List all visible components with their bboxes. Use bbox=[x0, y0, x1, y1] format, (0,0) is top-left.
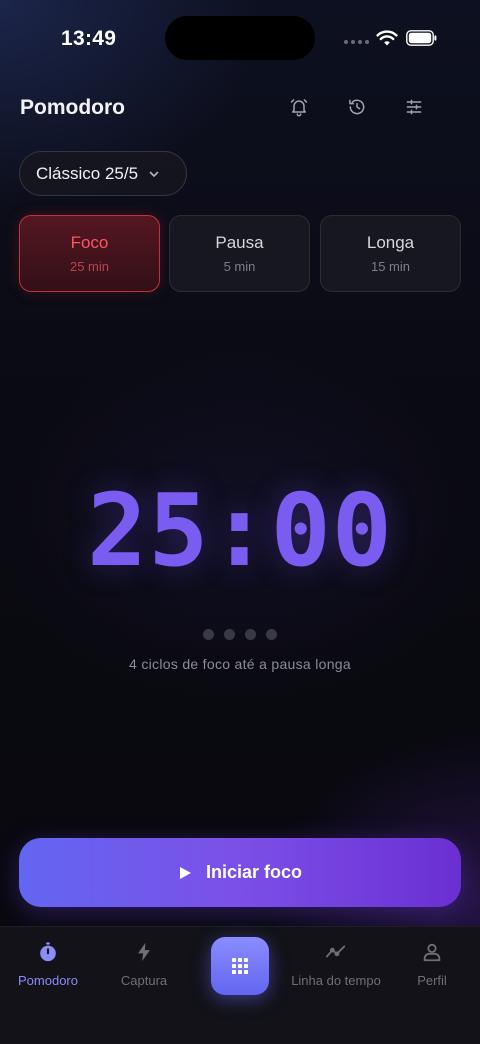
chevron-down-icon bbox=[149, 171, 159, 177]
mode-focus-card[interactable]: Foco 25 min bbox=[19, 215, 160, 292]
history-icon[interactable] bbox=[345, 95, 369, 119]
mode-duration: 25 min bbox=[69, 259, 110, 274]
preset-dropdown[interactable]: Clássico 25/5 bbox=[19, 151, 187, 196]
tab-bar: Pomodoro Captura Linha do tempo Perfil bbox=[0, 926, 480, 1044]
cycle-dot bbox=[266, 629, 277, 640]
start-focus-label: Iniciar foco bbox=[205, 862, 303, 882]
sliders-icon[interactable] bbox=[402, 95, 426, 119]
wifi-icon bbox=[376, 30, 398, 46]
mode-name: Longa bbox=[366, 233, 415, 252]
tab-captura[interactable]: Captura bbox=[118, 941, 170, 988]
battery-icon bbox=[406, 30, 437, 46]
person-icon bbox=[423, 943, 441, 962]
preset-label: Clássico 25/5 bbox=[36, 163, 139, 183]
dynamic-island bbox=[165, 16, 315, 60]
tab-perfil[interactable]: Perfil bbox=[412, 941, 452, 988]
tab-label: Linha do tempo bbox=[291, 973, 381, 988]
cycle-progress-dots bbox=[203, 629, 277, 640]
cycle-caption: 4 ciclos de foco até a pausa longa bbox=[129, 656, 351, 672]
bolt-icon bbox=[138, 942, 150, 962]
mode-duration: 15 min bbox=[370, 259, 411, 274]
cellular-signal-icon bbox=[344, 40, 369, 44]
start-focus-button[interactable]: Iniciar foco bbox=[19, 838, 461, 907]
cycle-dot bbox=[224, 629, 235, 640]
status-bar: 13:49 bbox=[0, 0, 480, 78]
mode-name: Pausa bbox=[215, 233, 264, 252]
mode-name: Foco bbox=[70, 233, 109, 252]
cycle-dot bbox=[203, 629, 214, 640]
stopwatch-icon bbox=[40, 942, 56, 962]
mode-duration: 5 min bbox=[223, 259, 256, 274]
apps-grid-button[interactable] bbox=[211, 937, 269, 995]
tab-label: Perfil bbox=[417, 973, 447, 988]
mode-break-card[interactable]: Pausa 5 min bbox=[169, 215, 310, 292]
cycle-dot bbox=[245, 629, 256, 640]
page-title: Pomodoro bbox=[20, 96, 125, 119]
status-time: 13:49 bbox=[61, 27, 117, 50]
timeline-icon bbox=[325, 945, 346, 958]
play-icon bbox=[179, 866, 191, 879]
grid-icon bbox=[232, 958, 248, 974]
mode-long-break-card[interactable]: Longa 15 min bbox=[320, 215, 461, 292]
timer-display: 25:00 bbox=[86, 472, 394, 589]
tab-linha-do-tempo[interactable]: Linha do tempo bbox=[288, 941, 384, 988]
tab-label: Captura bbox=[120, 973, 168, 988]
alarm-icon[interactable] bbox=[287, 95, 311, 119]
tab-label: Pomodoro bbox=[18, 973, 78, 988]
tab-pomodoro[interactable]: Pomodoro bbox=[18, 941, 78, 988]
